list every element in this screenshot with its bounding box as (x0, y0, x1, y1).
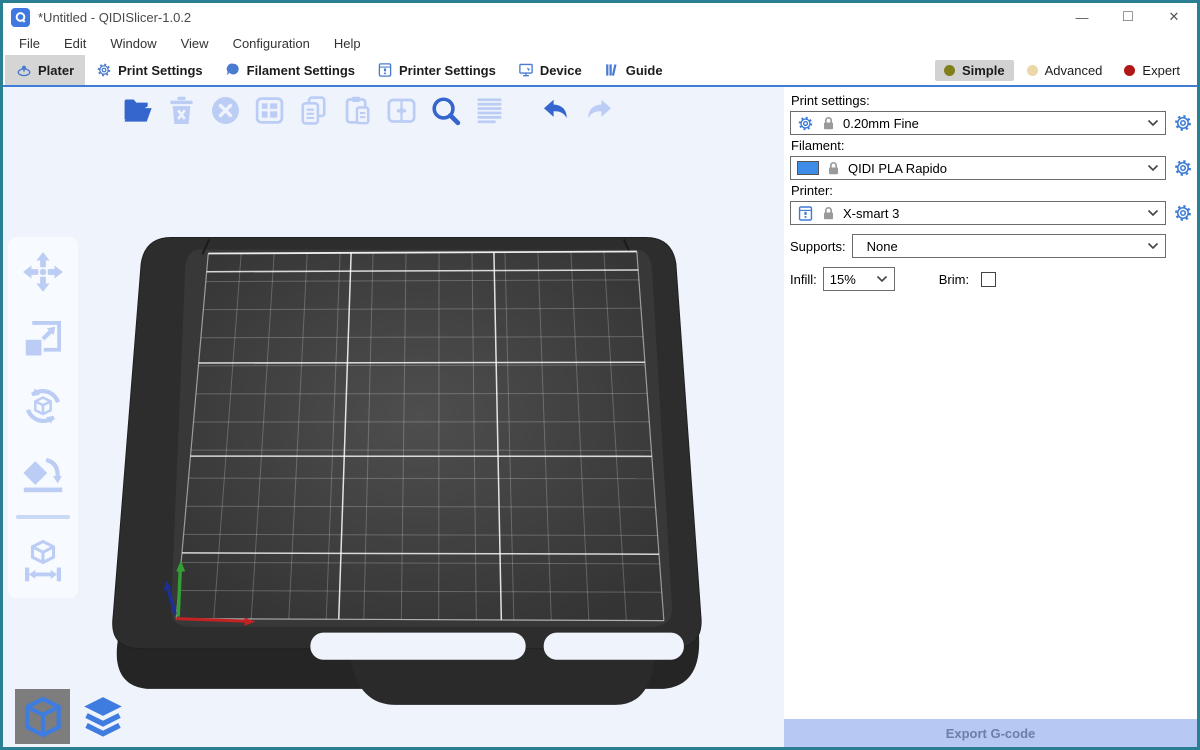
arrange-button[interactable] (247, 89, 291, 131)
place-on-face-button[interactable] (18, 448, 68, 498)
menu-edit[interactable]: Edit (52, 36, 98, 51)
mode-expert[interactable]: Expert (1115, 60, 1189, 81)
tab-print-settings[interactable]: Print Settings (85, 55, 214, 85)
open-button[interactable] (115, 89, 159, 131)
filament-color-swatch (797, 161, 819, 175)
mode-switcher: Simple Advanced Expert (935, 55, 1197, 85)
search-button[interactable] (423, 89, 467, 131)
mode-advanced[interactable]: Advanced (1018, 60, 1112, 81)
filament-label: Filament: (791, 138, 1194, 153)
chevron-down-icon (876, 275, 888, 283)
chevron-down-icon (1147, 242, 1159, 250)
infill-value: 15% (830, 272, 870, 287)
tab-filament-settings[interactable]: Filament Settings (214, 55, 366, 85)
scale-button[interactable] (18, 314, 68, 364)
export-gcode-button[interactable]: Export G-code (784, 719, 1197, 747)
infill-select[interactable]: 15% (823, 267, 895, 291)
lock-icon (825, 160, 842, 177)
window-title: *Untitled - QIDISlicer-1.0.2 (38, 10, 191, 25)
rotate-button[interactable] (18, 381, 68, 431)
3d-editor-view-button[interactable] (15, 689, 70, 744)
simple-dot-icon (944, 65, 955, 76)
tab-guide[interactable]: Guide (593, 55, 674, 85)
printer-icon (797, 205, 814, 222)
menu-view[interactable]: View (169, 36, 221, 51)
print-settings-value: 0.20mm Fine (843, 116, 1141, 131)
filament-icon (225, 62, 241, 78)
lock-icon (820, 205, 837, 222)
printer-label: Printer: (791, 183, 1194, 198)
lock-icon (820, 115, 837, 132)
tab-printer-settings[interactable]: Printer Settings (366, 55, 507, 85)
toolbar-separator (16, 515, 70, 519)
chevron-down-icon (1147, 119, 1159, 127)
supports-label: Supports: (790, 239, 846, 254)
paste-button[interactable] (335, 89, 379, 131)
device-monitor-icon (518, 62, 534, 78)
measure-button[interactable] (18, 536, 68, 586)
delete-all-button[interactable] (203, 89, 247, 131)
tab-device[interactable]: Device (507, 55, 593, 85)
move-button[interactable] (18, 247, 68, 297)
infill-label: Infill: (790, 272, 817, 287)
brim-checkbox[interactable] (981, 272, 996, 287)
gear-icon (797, 115, 814, 132)
guide-books-icon (604, 62, 620, 78)
app-logo-icon (11, 8, 30, 27)
filament-select[interactable]: QIDI PLA Rapido (790, 156, 1166, 180)
undo-button[interactable] (533, 89, 577, 131)
print-settings-gear-button[interactable] (1171, 111, 1194, 135)
mode-simple[interactable]: Simple (935, 60, 1014, 81)
settings-sidebar: Print settings: 0.20mm Fine Filament: (784, 87, 1197, 747)
redo-button[interactable] (577, 89, 621, 131)
menu-help[interactable]: Help (322, 36, 373, 51)
tab-bar: Plater Print Settings Filament Settings … (3, 55, 1197, 87)
layers-icon (80, 694, 126, 740)
supports-select[interactable]: None (852, 234, 1166, 258)
top-toolbar (115, 89, 621, 131)
split-objects-button[interactable] (379, 89, 423, 131)
printer-select[interactable]: X-smart 3 (790, 201, 1166, 225)
filament-gear-button[interactable] (1171, 156, 1194, 180)
chevron-down-icon (1147, 209, 1159, 217)
gear-icon (1173, 113, 1193, 133)
maximize-button[interactable]: □ (1105, 3, 1151, 31)
supports-value: None (867, 239, 1141, 254)
printer-icon (377, 62, 393, 78)
gear-icon (1173, 158, 1193, 178)
printer-value: X-smart 3 (843, 206, 1141, 221)
menu-window[interactable]: Window (98, 36, 168, 51)
tab-plater[interactable]: Plater (5, 55, 85, 85)
print-bed (3, 87, 784, 747)
minimize-button[interactable]: — (1059, 3, 1105, 31)
chevron-down-icon (1147, 164, 1159, 172)
brim-label: Brim: (939, 272, 969, 287)
copy-button[interactable] (291, 89, 335, 131)
expert-dot-icon (1124, 65, 1135, 76)
menu-file[interactable]: File (7, 36, 52, 51)
preview-layers-button[interactable] (75, 689, 130, 744)
gear-icon (96, 62, 112, 78)
menu-bar: File Edit Window View Configuration Help (3, 31, 1197, 55)
title-bar: *Untitled - QIDISlicer-1.0.2 — □ ✕ (3, 3, 1197, 31)
print-settings-label: Print settings: (791, 93, 1194, 108)
app-window: *Untitled - QIDISlicer-1.0.2 — □ ✕ File … (0, 0, 1200, 750)
printer-gear-button[interactable] (1171, 201, 1194, 225)
filament-value: QIDI PLA Rapido (848, 161, 1141, 176)
menu-configuration[interactable]: Configuration (221, 36, 322, 51)
left-toolbar (8, 237, 78, 598)
layer-list-button[interactable] (467, 89, 511, 131)
cube-icon (20, 694, 66, 740)
gear-icon (1173, 203, 1193, 223)
advanced-dot-icon (1027, 65, 1038, 76)
viewport-3d[interactable] (3, 87, 784, 747)
delete-button[interactable] (159, 89, 203, 131)
view-mode-switcher (15, 689, 130, 744)
print-settings-select[interactable]: 0.20mm Fine (790, 111, 1166, 135)
plater-icon (16, 62, 32, 78)
close-button[interactable]: ✕ (1151, 3, 1197, 31)
